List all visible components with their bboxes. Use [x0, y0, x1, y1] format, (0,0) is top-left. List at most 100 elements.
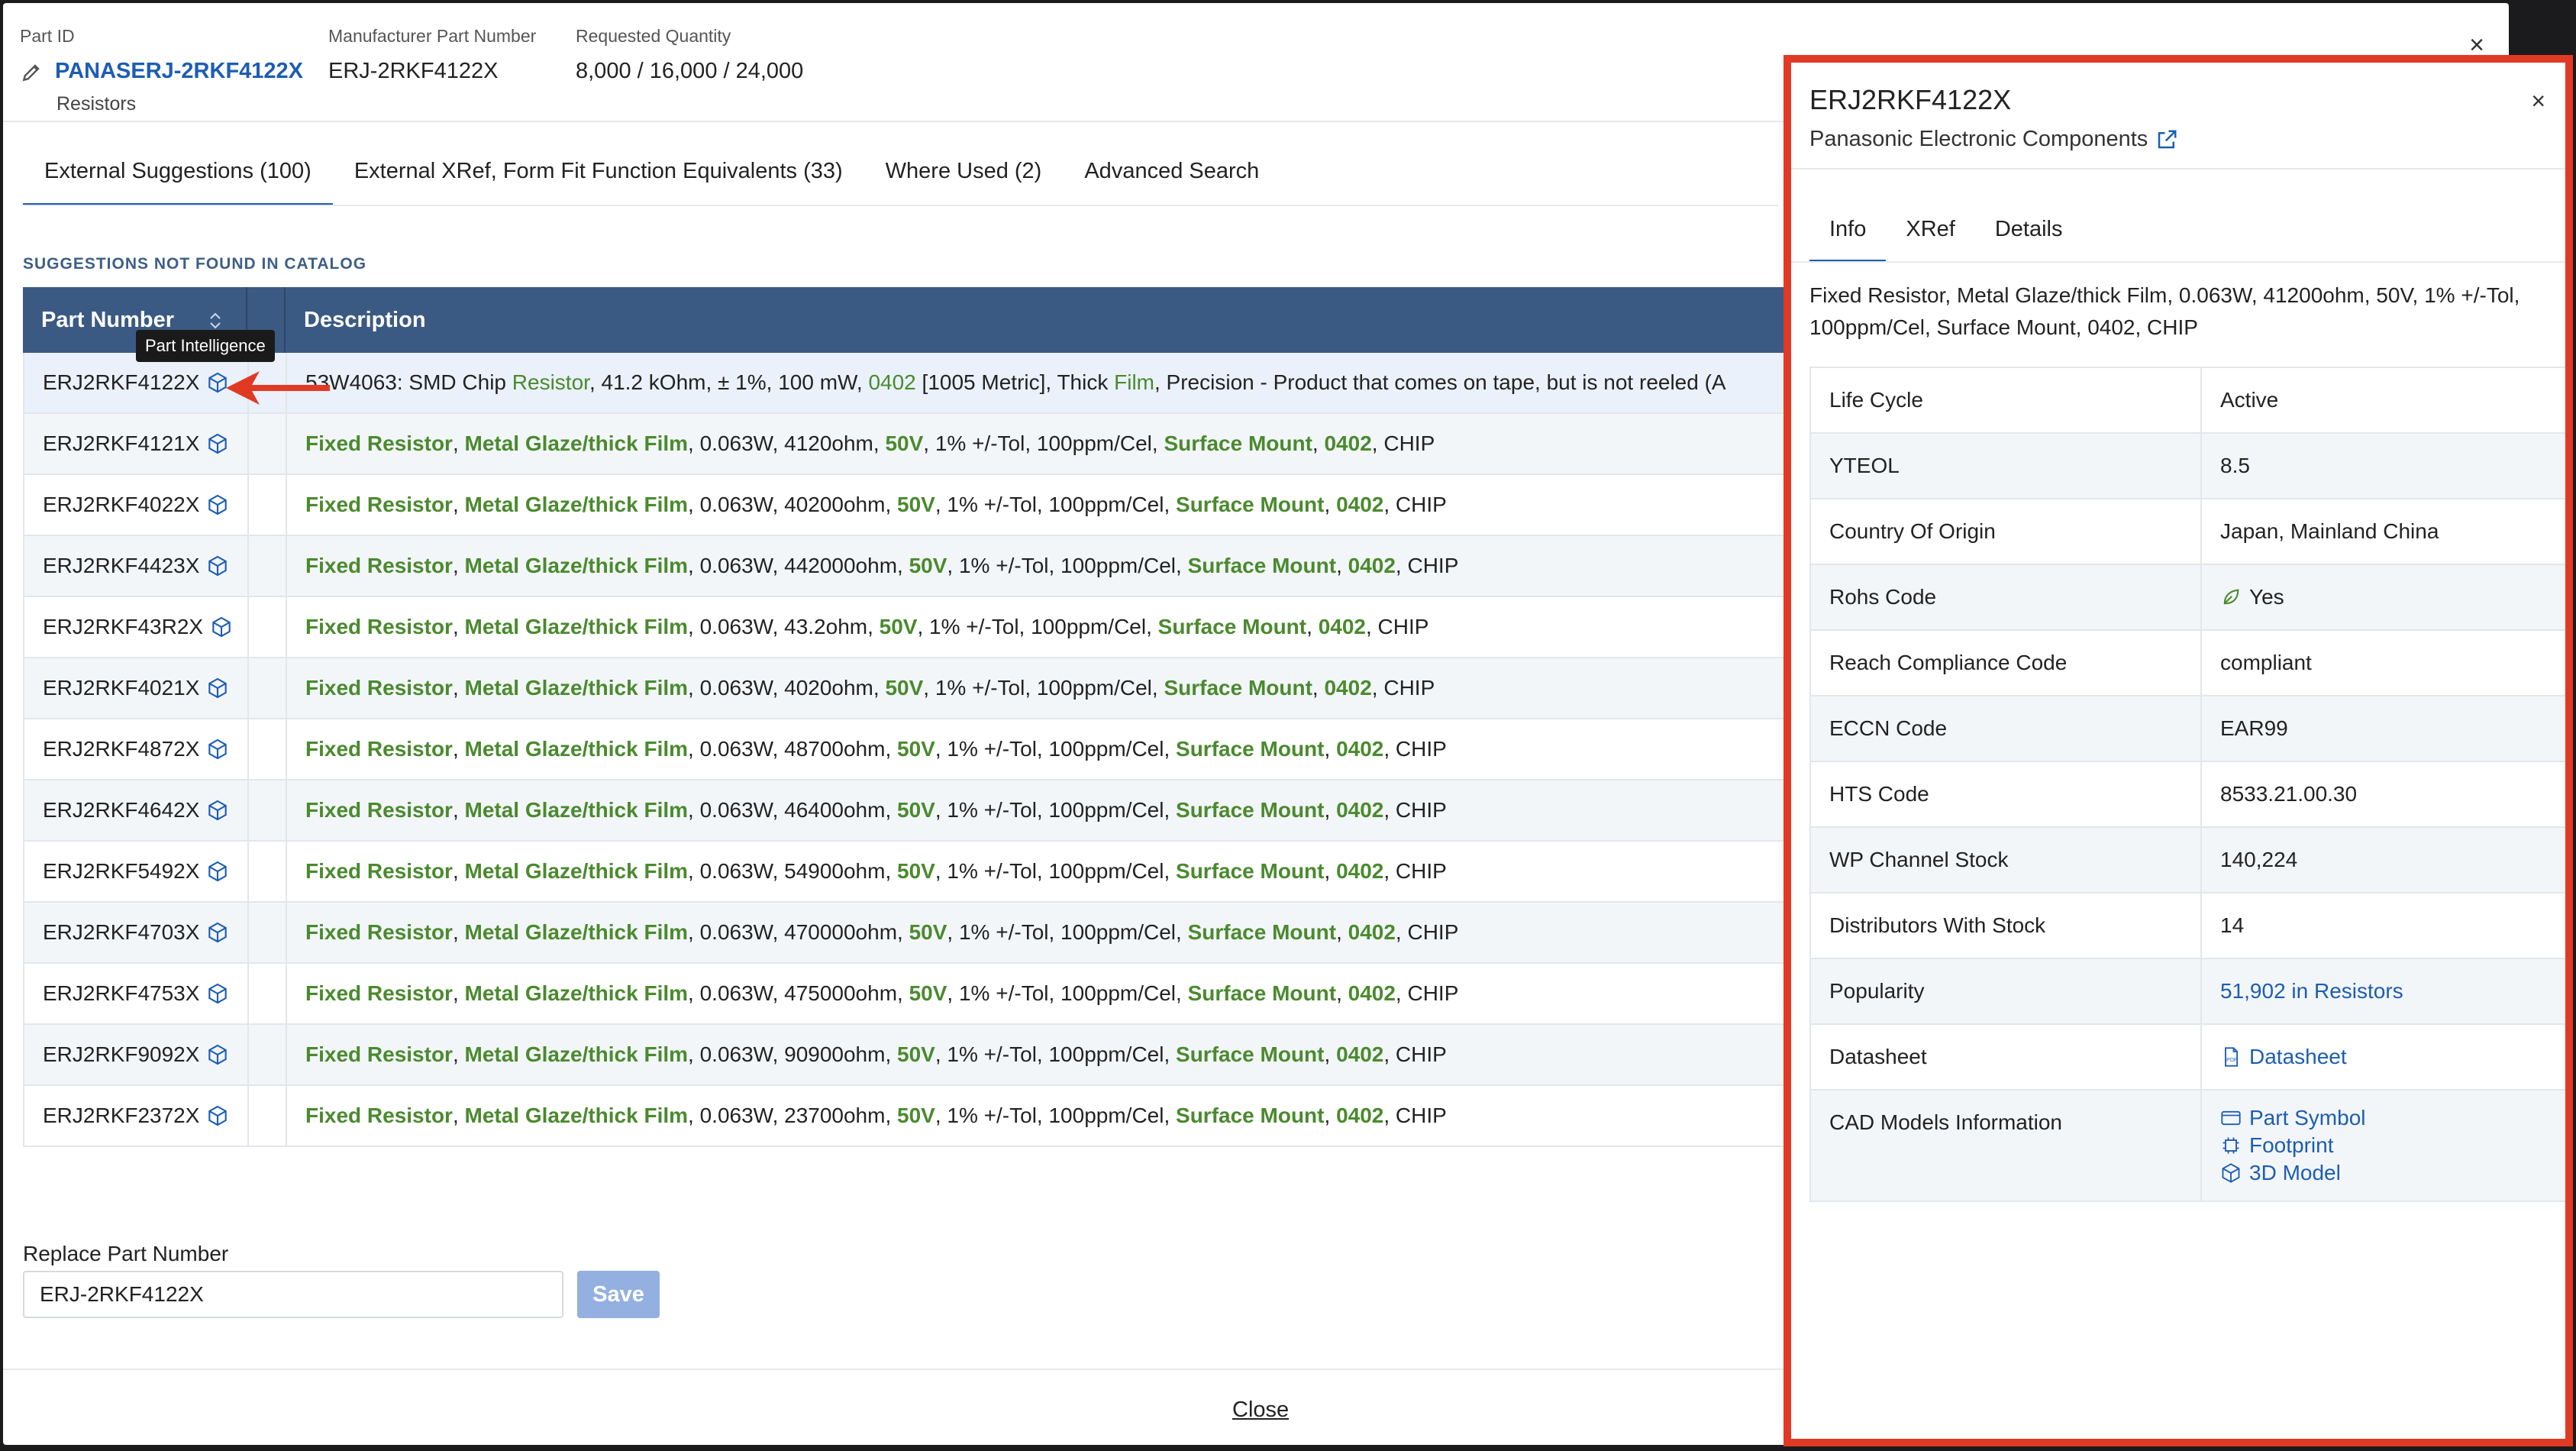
3d-model-link[interactable]: 3D Model: [2220, 1161, 2341, 1185]
part-intelligence-icon[interactable]: [205, 1104, 230, 1128]
table-row[interactable]: ERJ2RKF5492X Fixed Resistor, Metal Glaze/…: [23, 842, 1809, 903]
part-intelligence-icon[interactable]: [205, 737, 230, 761]
info-label: Life Cycle: [1811, 368, 2202, 432]
description-part: ,: [873, 431, 886, 455]
part-intelligence-icon[interactable]: [205, 981, 230, 1006]
footprint-link[interactable]: Footprint: [2220, 1133, 2334, 1158]
tab-info[interactable]: Info: [1809, 199, 1887, 263]
tab-external-xref[interactable]: External XRef, Form Fit Function Equival…: [333, 141, 864, 206]
description-part: 0.063W: [699, 737, 773, 761]
description-part: ,: [1383, 798, 1396, 822]
description-part: Surface Mount: [1187, 920, 1337, 944]
external-link-icon[interactable]: [2155, 128, 2178, 151]
column-divider: [247, 719, 249, 780]
table-row[interactable]: ERJ2RKF4021X Fixed Resistor, Metal Glaze/…: [23, 658, 1809, 719]
description-part: CHIP: [1377, 615, 1429, 638]
table-row[interactable]: ERJ2RKF4703X Fixed Resistor, Metal Glaze/…: [23, 903, 1809, 964]
close-link[interactable]: Close: [1232, 1398, 1289, 1423]
edit-icon[interactable]: [20, 60, 44, 84]
description-part: Surface Mount: [1164, 676, 1312, 700]
description-part: 50V: [909, 920, 947, 944]
description-part: 0402: [1348, 981, 1396, 1005]
description-part: CHIP: [1395, 493, 1447, 516]
table-row[interactable]: ERJ2RKF4753X Fixed Resistor, Metal Glaze/…: [23, 964, 1809, 1025]
save-button[interactable]: Save: [577, 1271, 660, 1318]
part-intelligence-icon[interactable]: [205, 798, 230, 822]
column-divider: [247, 842, 249, 903]
description-part: CHIP: [1395, 798, 1447, 822]
description-part: 0.063W: [699, 981, 773, 1005]
3d-model-label[interactable]: 3D Model: [2249, 1161, 2341, 1185]
table-row[interactable]: ERJ2RKF4022X Fixed Resistor, Metal Glaze/…: [23, 475, 1809, 536]
column-divider: [286, 719, 287, 780]
description-part: ,: [688, 737, 700, 761]
tab-where-used[interactable]: Where Used (2): [864, 141, 1064, 206]
info-label: Rohs Code: [1811, 565, 2202, 629]
description-part: ,: [772, 493, 785, 516]
part-intelligence-icon[interactable]: [205, 859, 230, 884]
description-part: Metal Glaze/thick Film: [464, 859, 689, 883]
description-part: 1% +/-Tol, 100ppm/Cel: [947, 1104, 1164, 1127]
panel-close-icon[interactable]: ×: [2531, 87, 2545, 115]
description-part: 1% +/-Tol, 100ppm/Cel: [929, 615, 1147, 638]
table-row[interactable]: ERJ2RKF4121X Fixed Resistor, Metal Glaze/…: [23, 414, 1809, 475]
replace-part-input[interactable]: [23, 1271, 563, 1318]
sort-icon[interactable]: [208, 310, 223, 331]
part-intelligence-icon[interactable]: [205, 493, 230, 517]
manufacturer-name[interactable]: Panasonic Electronic Components: [1809, 127, 2148, 152]
suggestions-table: Part Number Description ERJ2RKF4122X 53W4…: [23, 287, 1809, 1193]
table-row[interactable]: ERJ2RKF9092X Fixed Resistor, Metal Glaze/…: [23, 1025, 1809, 1086]
description-part: ,: [772, 431, 785, 455]
column-divider: [286, 1086, 287, 1147]
part-id-link[interactable]: PANASERJ-2RKF4122X: [20, 59, 303, 84]
description-part: Surface Mount: [1176, 1042, 1325, 1066]
part-intelligence-icon[interactable]: [209, 615, 234, 639]
description-part: 0.063W: [699, 1104, 773, 1127]
description-cell: 53W4063: SMD Chip Resistor, 41.2 kOhm, ±…: [305, 353, 1726, 412]
tab-advanced-search[interactable]: Advanced Search: [1063, 141, 1280, 206]
table-row[interactable]: ERJ2RKF4642X Fixed Resistor, Metal Glaze/…: [23, 780, 1809, 842]
description-part: 1% +/-Tol, 100ppm/Cel: [947, 859, 1164, 883]
tab-details[interactable]: Details: [1975, 199, 2083, 263]
part-intelligence-icon[interactable]: [205, 920, 230, 945]
description-part: ,: [923, 431, 935, 455]
description-part: ,: [1164, 493, 1177, 516]
description-part: 43.2ohm: [784, 615, 868, 638]
part-symbol-label[interactable]: Part Symbol: [2249, 1106, 2366, 1130]
description-part: ,: [452, 493, 465, 516]
description-part: ,: [935, 493, 947, 516]
part-intelligence-tooltip: Part Intelligence: [136, 330, 275, 362]
description-cell: Fixed Resistor, Metal Glaze/thick Film, …: [305, 475, 1447, 535]
part-number-cell: ERJ2RKF2372X: [43, 1086, 230, 1146]
footprint-label[interactable]: Footprint: [2249, 1133, 2334, 1158]
pdf-icon[interactable]: PDF: [2220, 1046, 2242, 1068]
description-part: ,: [885, 737, 898, 761]
panel-description: Fixed Resistor, Metal Glaze/thick Film, …: [1809, 283, 2520, 339]
datasheet-link[interactable]: Datasheet: [2249, 1045, 2347, 1069]
panel-manufacturer[interactable]: Panasonic Electronic Components: [1809, 127, 2178, 152]
description-part: ,: [885, 1104, 898, 1127]
table-row[interactable]: ERJ2RKF4423X Fixed Resistor, Metal Glaze/…: [23, 536, 1809, 597]
table-row[interactable]: ERJ2RKF2372X Fixed Resistor, Metal Glaze/…: [23, 1086, 1809, 1147]
table-row[interactable]: ERJ2RKF4872X Fixed Resistor, Metal Glaze/…: [23, 719, 1809, 780]
description-part: 0.063W: [699, 615, 773, 638]
part-id-value[interactable]: PANASERJ-2RKF4122X: [55, 59, 303, 84]
description-part: 50V: [885, 431, 924, 455]
part-intelligence-icon[interactable]: [205, 554, 230, 578]
description-part: ,: [1383, 737, 1396, 761]
part-intelligence-icon[interactable]: [205, 676, 230, 700]
part-intelligence-icon[interactable]: [205, 431, 230, 456]
tab-external-suggestions[interactable]: External Suggestions (100): [23, 141, 333, 206]
description-part: 0.063W: [699, 431, 773, 455]
info-row-cad: CAD Models Information Part Symbol Footp…: [1811, 1091, 2565, 1202]
description-part: Metal Glaze/thick Film: [464, 1042, 689, 1066]
description-part: CHIP: [1383, 431, 1435, 455]
table-row[interactable]: ERJ2RKF43R2X Fixed Resistor, Metal Glaze/…: [23, 597, 1809, 658]
description-part: ,: [772, 1042, 785, 1066]
tab-xref[interactable]: XRef: [1886, 199, 1974, 263]
part-symbol-link[interactable]: Part Symbol: [2220, 1106, 2366, 1130]
popularity-link[interactable]: 51,902 in Resistors: [2220, 979, 2403, 1003]
part-intelligence-icon[interactable]: [205, 1042, 230, 1067]
description-part: Fixed Resistor: [305, 554, 453, 577]
info-row-datasheet: Datasheet PDF Datasheet: [1811, 1025, 2565, 1091]
